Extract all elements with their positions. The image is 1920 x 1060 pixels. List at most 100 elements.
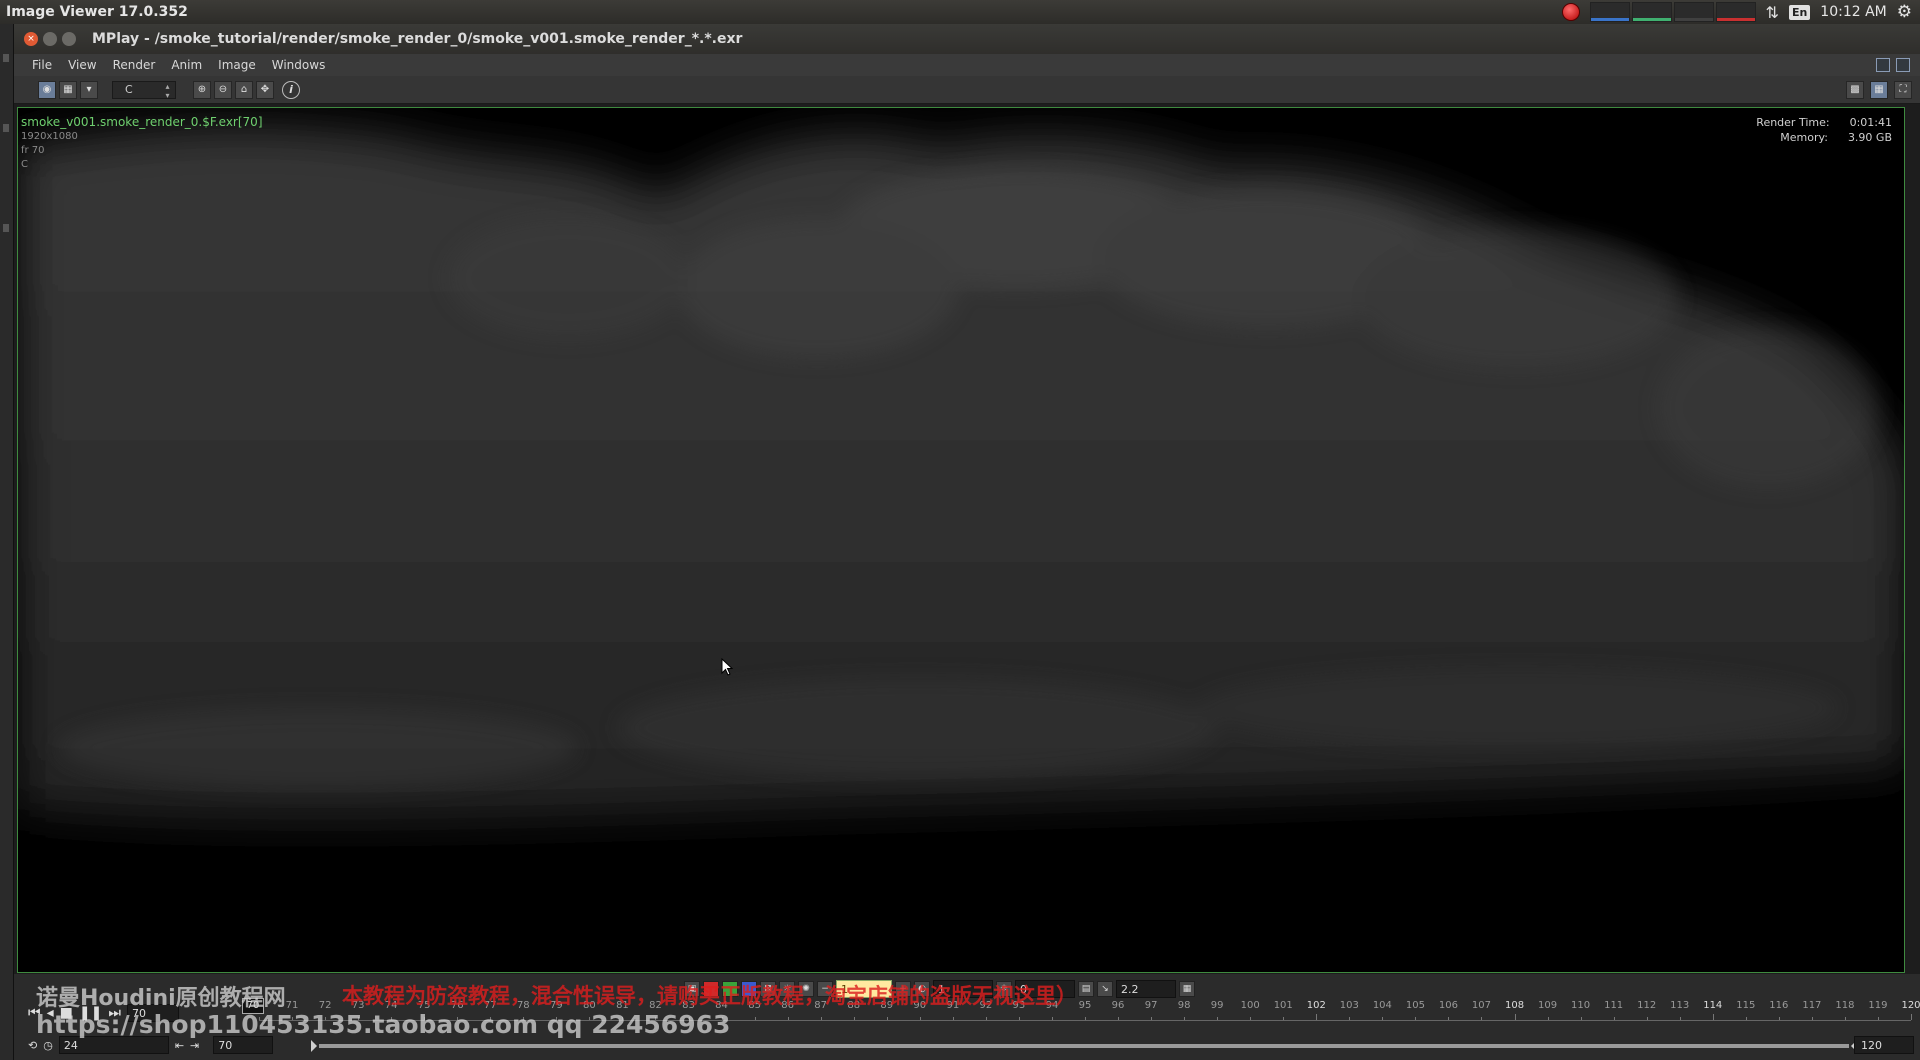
timeline-frame-label: 97 (1144, 1000, 1158, 1011)
timeline-frame-label: 110 (1571, 1000, 1591, 1011)
timeline-frame-label: 98 (1177, 1000, 1191, 1011)
gamma-curve-icon[interactable]: ↘ (1097, 981, 1113, 997)
memory-graph-icon (1631, 2, 1672, 22)
timeline-frame-label: 109 (1538, 1000, 1558, 1011)
timeline-frame-label: 114 (1703, 1000, 1723, 1011)
timeline-frame-label: 107 (1471, 1000, 1492, 1011)
timeline-tick (1514, 1014, 1516, 1020)
viewer-toolbar: ◉ ▦ ▾ C ⊕ ⊖ ⌂ ✥ i ▩ ▦ ⛶ (14, 76, 1920, 104)
timeline-frame-label: 102 (1306, 1000, 1326, 1011)
smoke-render-image (18, 127, 1904, 820)
timeline-frame-label: 99 (1210, 1000, 1224, 1011)
timeline-frame-label: 115 (1736, 1000, 1756, 1011)
timeline-tick (1778, 1017, 1780, 1020)
system-settings-gear-icon[interactable]: ⚙ (1897, 2, 1912, 22)
timeline-tick (1911, 1014, 1912, 1020)
frame-label: fr 70 (21, 145, 45, 156)
menu-anim[interactable]: Anim (163, 58, 210, 72)
cpu-graph-icon (1589, 2, 1630, 22)
image-info-overlay: smoke_v001.smoke_render_0.$F.exr[70] 192… (21, 115, 263, 172)
menu-render[interactable]: Render (105, 58, 164, 72)
network-arrows-icon[interactable]: ⇅ (1766, 3, 1779, 22)
zoom-in-icon[interactable]: ⊕ (193, 80, 211, 99)
timeline-tick (853, 1017, 855, 1020)
menu-image[interactable]: Image (210, 58, 264, 72)
timeline-tick (1118, 1017, 1120, 1020)
system-tray: ⇅ En 10:12 AM ⚙ (1561, 2, 1920, 22)
window-maximize-button[interactable] (62, 32, 76, 46)
timeline-tick (1712, 1014, 1714, 1020)
timeline-tick (1184, 1017, 1186, 1020)
timeline-frame-label: 113 (1670, 1000, 1690, 1011)
timeline-tick (787, 1017, 789, 1020)
range-slider[interactable] (311, 1040, 1857, 1052)
timeline-frame-label: 103 (1339, 1000, 1359, 1011)
menu-windows[interactable]: Windows (264, 58, 334, 72)
render-time-value: 0:01:41 (1849, 116, 1892, 129)
timeline-tick (1448, 1017, 1450, 1020)
info-icon[interactable]: i (282, 80, 300, 99)
timeline-frame-label: 120 (1901, 1000, 1920, 1011)
pane-layout-icon[interactable] (1896, 58, 1910, 72)
single-image-mode-button[interactable]: ◉ (38, 80, 56, 99)
snapshot-button[interactable]: ▾ (80, 80, 98, 99)
realtime-icon[interactable]: ◷ (43, 1039, 53, 1052)
timeline-tick (1382, 1017, 1384, 1020)
timeline-tick (1745, 1017, 1747, 1020)
checker-background-icon[interactable]: ▩ (1846, 80, 1864, 99)
compare-mode-button[interactable]: ▦ (59, 80, 77, 99)
menu-file[interactable]: File (14, 58, 60, 72)
timeline-tick (1151, 1017, 1153, 1020)
dock-tick (3, 124, 9, 132)
system-clock[interactable]: 10:12 AM (1820, 4, 1886, 20)
resolution-label: 1920x1080 (21, 131, 78, 142)
grid-view-icon[interactable]: ▦ (1870, 80, 1888, 99)
timeline-tick (1613, 1017, 1615, 1020)
timeline-tick (820, 1017, 822, 1020)
timeline-frame-label: 108 (1504, 1000, 1525, 1011)
timeline-tick (985, 1017, 987, 1020)
watermark-site-name: 诺曼Houdini原创教程网 (36, 986, 286, 1011)
timeline-frame-label: 95 (1078, 1000, 1092, 1011)
range-start-icon[interactable]: ⇤ (175, 1039, 184, 1052)
record-indicator-icon[interactable] (1561, 3, 1580, 21)
window-title: MPlay - /smoke_tutorial/render/smoke_ren… (92, 31, 743, 47)
menu-view[interactable]: View (60, 58, 104, 72)
dock-tick (3, 224, 9, 232)
keyboard-layout-indicator[interactable]: En (1788, 4, 1811, 20)
timeline-tick (1415, 1017, 1417, 1020)
timeline-tick (1085, 1017, 1086, 1020)
memory-label: Memory: (1780, 131, 1828, 144)
channel-select[interactable]: C (112, 80, 176, 100)
window-title-bar[interactable]: × MPlay - /smoke_tutorial/render/smoke_r… (14, 24, 1920, 54)
dock-tick (3, 54, 9, 62)
timeline-tick (1679, 1017, 1681, 1020)
timeline-tick (919, 1017, 921, 1020)
render-time-label: Render Time: (1756, 116, 1830, 129)
image-viewport[interactable]: smoke_v001.smoke_render_0.$F.exr[70] 192… (17, 107, 1905, 973)
float-pane-icon[interactable] (1876, 58, 1890, 72)
timeline-frame-label: 106 (1438, 1000, 1458, 1011)
file-name-label: smoke_v001.smoke_render_0.$F.exr[70] (21, 115, 263, 129)
home-icon[interactable]: ⌂ (235, 80, 253, 99)
timeline-frame-label: 100 (1240, 1000, 1260, 1011)
range-end-icon[interactable]: ⇥ (190, 1039, 199, 1052)
loop-icon[interactable]: ⟲ (28, 1039, 37, 1052)
zoom-out-icon[interactable]: ⊖ (214, 80, 232, 99)
window-close-button[interactable]: × (24, 32, 38, 46)
fullscreen-icon[interactable]: ⛶ (1894, 80, 1912, 99)
timeline-tick (1547, 1017, 1549, 1020)
range-end-input[interactable]: 120 (1854, 1036, 1914, 1054)
watermark-warning: 本教程为防盗教程，混合性误导，请购买正版教程，淘宝店铺的盗版无视这里） (342, 984, 1077, 1008)
watermark-url: https://shop110453135.taobao.com qq 2245… (36, 1010, 731, 1039)
timeline-tick (1646, 1017, 1648, 1020)
lut-icon[interactable]: ▤ (1078, 981, 1094, 997)
system-monitor[interactable] (1589, 2, 1756, 22)
network-graph-icon (1673, 2, 1714, 22)
menu-bar: File View Render Anim Image Windows (14, 54, 1920, 76)
display-options-icon[interactable]: ▦ (1179, 981, 1195, 997)
window-minimize-button[interactable] (43, 32, 57, 46)
timeline-tick (754, 1017, 756, 1020)
frame-all-icon[interactable]: ✥ (256, 80, 274, 99)
timeline-frame-label: 111 (1604, 1000, 1624, 1011)
